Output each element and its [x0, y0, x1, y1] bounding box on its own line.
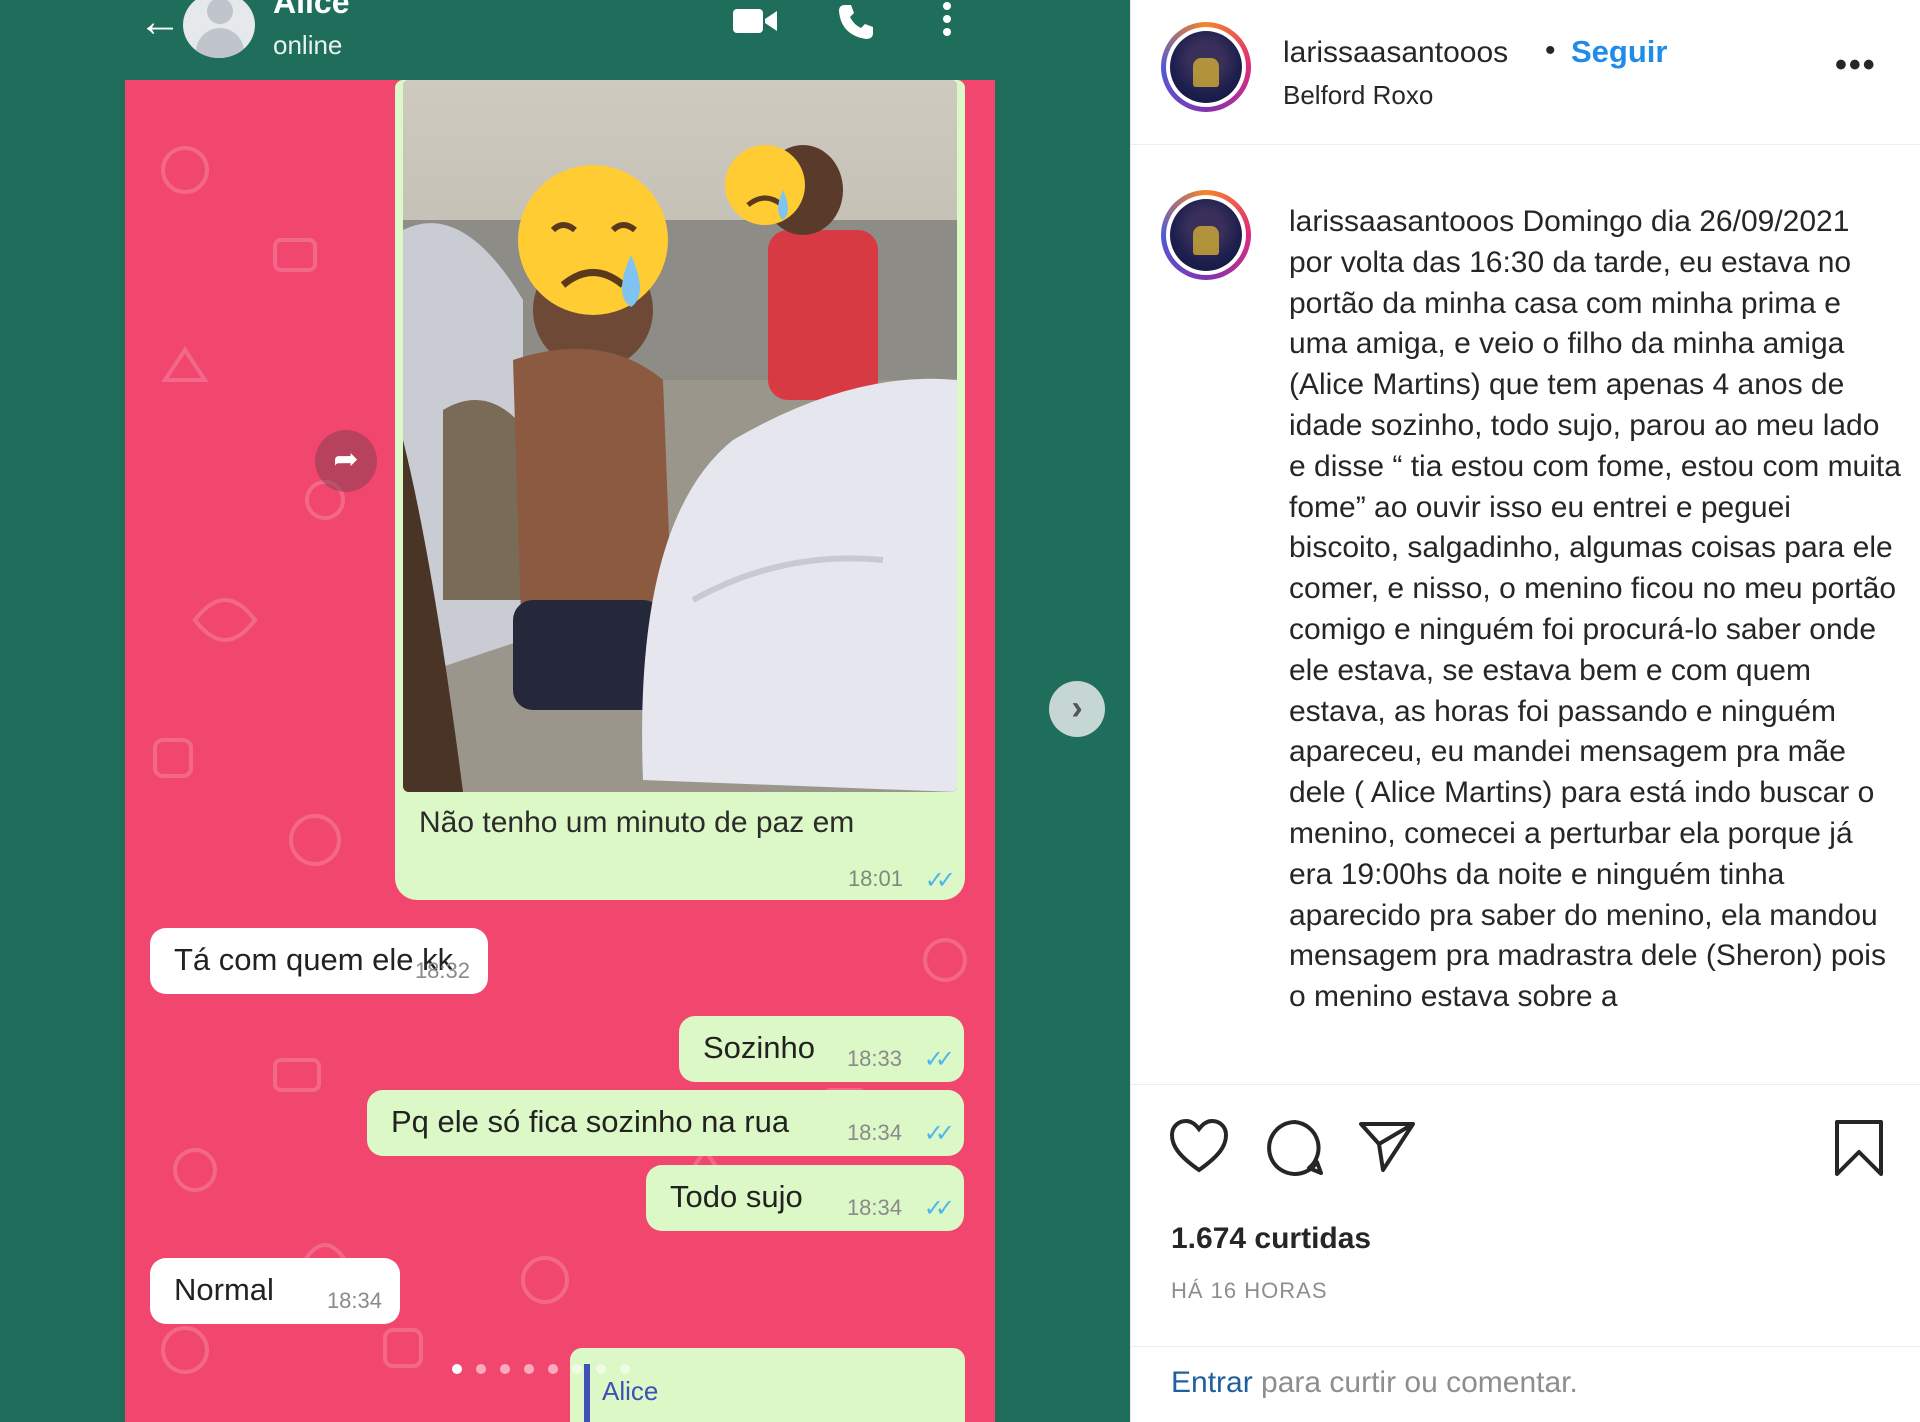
video-call-icon	[733, 9, 777, 33]
divider	[1131, 144, 1920, 145]
carousel-dot[interactable]	[500, 1364, 510, 1374]
divider	[1131, 1346, 1920, 1347]
contact-status: online	[273, 30, 343, 60]
message-bubble-incoming[interactable]: Normal 18:34	[150, 1258, 400, 1324]
message-time: 18:34	[846, 1120, 902, 1145]
message-text: Normal	[174, 1272, 274, 1307]
image-message[interactable]: Não tenho um minuto de paz em 18:01 ✓✓	[395, 80, 965, 900]
login-prompt-text: para curtir ou comentar.	[1252, 1366, 1578, 1399]
carousel-dots	[452, 1364, 630, 1374]
bookmark-icon[interactable]	[1833, 1118, 1885, 1178]
carousel-dot[interactable]	[548, 1364, 558, 1374]
caption-avatar[interactable]	[1161, 190, 1251, 280]
contact-name: Alice	[273, 0, 350, 20]
login-link[interactable]: Entrar	[1171, 1366, 1253, 1399]
post-side-panel: larissaasantooos • Seguir Belford Roxo •…	[1130, 0, 1920, 1422]
carousel-dot[interactable]	[524, 1364, 534, 1374]
message-time: 18:34	[326, 1288, 382, 1313]
read-ticks-icon: ✓✓	[923, 1120, 955, 1147]
carousel-dot[interactable]	[596, 1364, 606, 1374]
separator-dot: •	[1545, 34, 1556, 67]
contact-avatar	[183, 0, 255, 58]
divider	[1131, 1084, 1920, 1085]
message-time: 18:33	[846, 1046, 902, 1071]
image-caption: Não tenho um minuto de paz em	[419, 806, 855, 839]
post-media: ← Alice online Não tenho um minuto de pa…	[0, 0, 1130, 1422]
like-heart-icon[interactable]	[1169, 1118, 1229, 1174]
message-text: Pq ele só fica sozinho na rua	[391, 1104, 790, 1139]
phone-icon	[839, 5, 873, 39]
message-text: Sozinho	[703, 1030, 816, 1065]
next-slide-button[interactable]: ›	[1049, 681, 1105, 737]
comment-icon[interactable]	[1265, 1118, 1325, 1176]
message-bubble-incoming[interactable]: Tá com quem ele kk 18:32	[150, 928, 488, 994]
message-bubble-outgoing[interactable]: Todo sujo 18:34 ✓✓	[646, 1165, 964, 1231]
message-text: Tá com quem ele kk	[174, 942, 454, 977]
carousel-dot[interactable]	[572, 1364, 582, 1374]
read-ticks-icon: ✓✓	[923, 1195, 955, 1222]
message-text: Todo sujo	[670, 1179, 803, 1214]
read-ticks-icon: ✓✓	[923, 1046, 955, 1073]
menu-kebab-icon	[943, 2, 951, 36]
post-username[interactable]: larissaasantooos	[1283, 36, 1508, 70]
caption-text: Domingo dia 26/09/2021 por volta das 16:…	[1289, 205, 1901, 1014]
carousel-dot[interactable]	[476, 1364, 486, 1374]
message-bubble-outgoing[interactable]: Pq ele só fica sozinho na rua 18:34 ✓✓	[367, 1090, 964, 1156]
carousel-dot[interactable]	[620, 1364, 630, 1374]
message-time: 18:34	[846, 1195, 902, 1220]
post-location[interactable]: Belford Roxo	[1283, 80, 1433, 111]
post-caption: larissaasantooos Domingo dia 26/09/2021 …	[1289, 202, 1901, 1078]
likes-count[interactable]: 1.674 curtidas	[1171, 1222, 1371, 1256]
message-time: 18:01	[847, 866, 903, 891]
more-options-icon[interactable]: •••	[1835, 46, 1877, 85]
caption-username[interactable]: larissaasantooos	[1289, 205, 1514, 238]
message-photo[interactable]	[403, 80, 957, 792]
follow-button[interactable]: Seguir	[1571, 34, 1667, 70]
carousel-dot[interactable]	[452, 1364, 462, 1374]
chat-area: Não tenho um minuto de paz em 18:01 ✓✓ ➦…	[125, 80, 995, 1422]
login-prompt: Entrar para curtir ou comentar.	[1171, 1366, 1578, 1400]
quoted-name: Alice	[602, 1376, 659, 1406]
back-arrow-icon: ←	[138, 0, 182, 46]
forward-icon[interactable]: ➦	[315, 430, 377, 492]
message-bubble-outgoing[interactable]: Sozinho 18:33 ✓✓	[679, 1016, 964, 1082]
share-icon[interactable]	[1357, 1118, 1417, 1174]
message-time: 18:32	[414, 958, 470, 983]
post-timestamp: HÁ 16 HORAS	[1171, 1278, 1328, 1303]
quoted-reply[interactable]: Alice	[570, 1348, 965, 1422]
read-ticks-icon: ✓✓	[924, 867, 956, 894]
profile-avatar[interactable]	[1161, 22, 1251, 112]
whatsapp-header: ← Alice online	[0, 0, 1130, 80]
